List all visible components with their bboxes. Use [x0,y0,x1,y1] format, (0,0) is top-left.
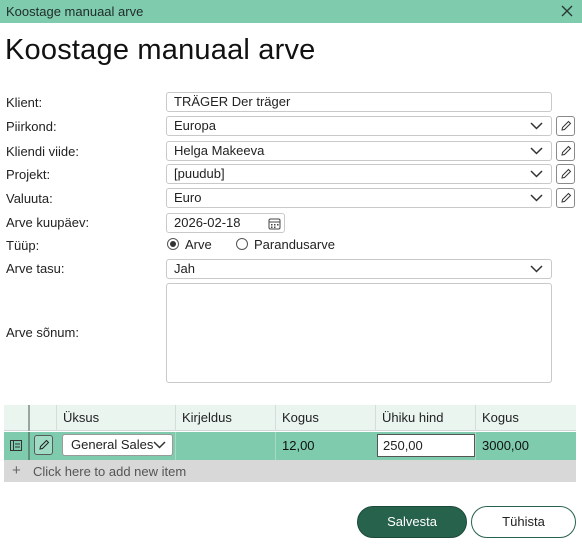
grid-divider [28,405,32,431]
invoice-date-label: Arve kuupäev: [6,215,90,230]
client-ref-value: Helga Makeeva [174,143,265,158]
edit-region-button[interactable] [556,116,575,136]
region-select[interactable]: Europa [166,116,552,136]
chevron-down-icon [530,265,543,273]
pencil-icon [561,192,572,203]
window-title: Koostage manuaal arve [6,4,144,19]
add-item-label: Click here to add new item [33,464,187,479]
pencil-icon [561,145,572,156]
row-selector-icon[interactable] [10,440,22,451]
column-header-quantity[interactable]: Kogus [275,405,375,431]
pencil-icon [561,168,572,179]
pencil-icon [561,120,572,131]
close-icon[interactable] [558,2,576,20]
grid-divider [28,432,32,460]
add-item-row[interactable]: + Click here to add new item [4,460,576,482]
radio-unselected-icon [236,238,248,250]
client-value: TRÄGER Der träger [174,94,291,109]
cell-quantity[interactable]: 12,00 [275,432,375,460]
chevron-down-icon [530,147,543,155]
plus-icon: + [12,462,21,479]
type-radio-invoice-label: Arve [185,237,212,252]
column-header-unit-price[interactable]: Ühiku hind [375,405,475,431]
cell-description[interactable] [175,432,275,460]
chevron-down-icon [530,122,543,130]
client-ref-select[interactable]: Helga Makeeva [166,141,552,161]
currency-value: Euro [174,190,202,205]
grid-header: Üksus Kirjeldus Kogus Ühiku hind Kogus [4,405,576,431]
pencil-icon [39,439,50,450]
save-button[interactable]: Salvesta [357,506,467,538]
chevron-down-icon [530,170,543,178]
edit-project-button[interactable] [556,164,575,184]
currency-select[interactable]: Euro [166,188,552,208]
client-label: Klient: [6,95,43,110]
column-header-total[interactable]: Kogus [475,405,576,431]
invoice-fee-select[interactable]: Jah [166,259,552,279]
radio-selected-icon [167,238,179,250]
chevron-down-icon [153,441,166,449]
invoice-message-label: Arve sõnum: [6,325,79,340]
region-label: Piirkond: [6,119,57,134]
invoice-message-textarea[interactable] [166,283,552,383]
unit-select[interactable]: General Sales [62,434,173,456]
client-field[interactable]: TRÄGER Der träger [166,92,552,112]
type-label: Tüüp: [6,238,40,253]
invoice-date-value: 2026-02-18 [174,215,241,230]
page-title: Koostage manuaal arve [5,34,316,66]
project-select[interactable]: [puudub] [166,164,552,184]
table-row[interactable]: General Sales 12,00 250,00 3000,00 [4,432,576,460]
edit-row-button[interactable] [34,435,53,455]
cell-total: 3000,00 [475,432,576,460]
invoice-fee-label: Arve tasu: [6,261,65,276]
unit-price-input[interactable]: 250,00 [377,434,475,457]
chevron-down-icon [530,194,543,202]
edit-client-ref-button[interactable] [556,141,575,161]
invoice-fee-value: Jah [174,261,195,276]
cancel-button[interactable]: Tühista [471,506,576,538]
client-ref-label: Kliendi viide: [6,144,79,159]
edit-currency-button[interactable] [556,188,575,208]
currency-label: Valuuta: [6,191,53,206]
project-label: Projekt: [6,167,51,182]
invoice-date-field[interactable]: 2026-02-18 [166,213,285,233]
type-radio-correction-label: Parandusarve [254,237,335,252]
project-value: [puudub] [174,166,225,181]
calendar-icon[interactable] [268,217,281,230]
column-header-unit[interactable]: Üksus [56,405,175,431]
unit-value: General Sales [71,437,154,452]
region-value: Europa [174,118,216,133]
title-bar: Koostage manuaal arve [0,0,582,23]
column-header-description[interactable]: Kirjeldus [175,405,275,431]
